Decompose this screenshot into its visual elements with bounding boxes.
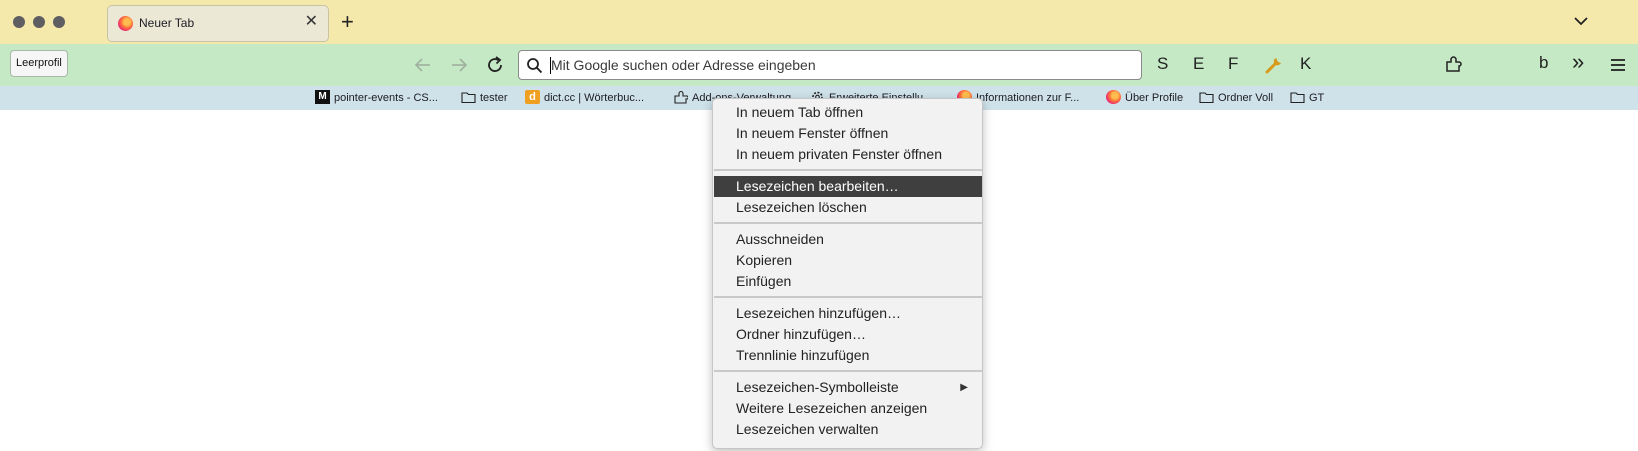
profile-button[interactable]: Leerprofil: [10, 50, 68, 77]
sidebar-button[interactable]: b: [1539, 52, 1548, 74]
menu-separator: [714, 222, 982, 224]
wrench-icon[interactable]: [1263, 54, 1285, 76]
new-tab-button[interactable]: +: [341, 9, 354, 35]
close-icon[interactable]: ✕: [305, 12, 318, 32]
address-bar[interactable]: [518, 50, 1142, 80]
bookmark-item[interactable]: d dict.cc | Wörterbuc...: [525, 89, 644, 107]
menu-item-copy[interactable]: Kopieren: [714, 250, 982, 271]
bookmark-item[interactable]: Über Profile: [1106, 89, 1183, 107]
overflow-button[interactable]: »: [1572, 51, 1584, 73]
mdn-icon: M: [315, 90, 330, 105]
bookmark-context-menu: In neuem Tab öffnen In neuem Fenster öff…: [712, 98, 983, 449]
dictcc-icon: d: [525, 90, 540, 105]
menu-item-manage-bookmarks[interactable]: Lesezeichen verwalten: [714, 419, 982, 440]
menu-item-open-new-tab[interactable]: In neuem Tab öffnen: [714, 102, 982, 123]
menu-item-edit-bookmark[interactable]: Lesezeichen bearbeiten…: [714, 176, 982, 197]
submenu-arrow-icon: ▶: [960, 382, 968, 393]
menu-item-show-other-bookmarks[interactable]: Weitere Lesezeichen anzeigen: [714, 398, 982, 419]
menu-separator: [714, 169, 982, 171]
menu-item-cut[interactable]: Ausschneiden: [714, 229, 982, 250]
bookmark-item[interactable]: Mpointer-events - CS...: [315, 89, 438, 107]
menu-item-bookmarks-toolbar[interactable]: Lesezeichen-Symbolleiste ▶: [714, 377, 982, 398]
puzzle-icon: [674, 91, 688, 104]
menu-item-add-separator[interactable]: Trennlinie hinzufügen: [714, 345, 982, 366]
chevron-down-icon[interactable]: [1572, 12, 1590, 30]
folder-icon: [1290, 92, 1305, 104]
window-minimize-button[interactable]: [33, 16, 45, 28]
puzzle-icon[interactable]: [1442, 54, 1464, 76]
arrow-left-icon[interactable]: [412, 54, 434, 76]
menu-separator: [714, 296, 982, 298]
search-icon: [527, 58, 543, 74]
menu-item-add-folder[interactable]: Ordner hinzufügen…: [714, 324, 982, 345]
folder-icon: [461, 92, 476, 104]
menu-item-open-private-window[interactable]: In neuem privaten Fenster öffnen: [714, 144, 982, 165]
url-input[interactable]: [551, 54, 1131, 76]
hamburger-icon[interactable]: [1607, 54, 1629, 76]
toolbar-button-s[interactable]: S: [1157, 53, 1168, 75]
menu-separator: [714, 370, 982, 372]
window-zoom-button[interactable]: [53, 16, 65, 28]
menu-item-add-bookmark[interactable]: Lesezeichen hinzufügen…: [714, 303, 982, 324]
title-bar: Neuer Tab ✕ +: [0, 0, 1638, 44]
firefox-logo-icon: [118, 16, 133, 31]
navigation-toolbar: Leerprofil S E F K b »: [0, 44, 1638, 86]
window-close-button[interactable]: [13, 16, 25, 28]
tab-neuer-tab[interactable]: Neuer Tab ✕: [107, 5, 329, 42]
bookmark-folder[interactable]: tester: [461, 89, 508, 107]
tab-title: Neuer Tab: [139, 16, 195, 30]
bookmark-folder[interactable]: Ordner Voll: [1199, 89, 1273, 107]
menu-item-delete-bookmark[interactable]: Lesezeichen löschen: [714, 197, 982, 218]
reload-icon[interactable]: [484, 54, 506, 76]
menu-item-open-new-window[interactable]: In neuem Fenster öffnen: [714, 123, 982, 144]
bookmark-folder[interactable]: GT: [1290, 89, 1324, 107]
menu-item-label: Lesezeichen-Symbolleiste: [736, 379, 899, 395]
arrow-right-icon[interactable]: [448, 54, 470, 76]
toolbar-button-e[interactable]: E: [1193, 53, 1204, 75]
toolbar-button-f[interactable]: F: [1228, 53, 1238, 75]
menu-item-paste[interactable]: Einfügen: [714, 271, 982, 292]
folder-icon: [1199, 92, 1214, 104]
toolbar-button-k[interactable]: K: [1300, 53, 1311, 75]
firefox-logo-icon: [1106, 90, 1121, 105]
